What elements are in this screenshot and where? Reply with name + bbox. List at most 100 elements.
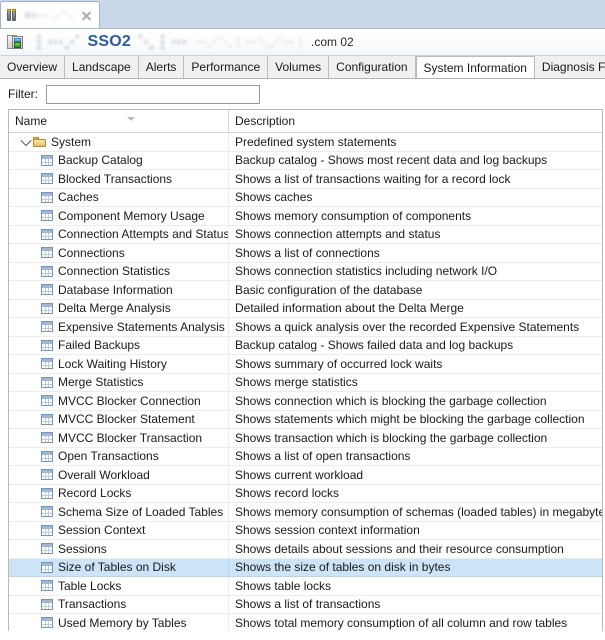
editor-tab-label: ≡≈⋯ ⋰⋱ (24, 9, 76, 22)
cell-description: Backup catalog - Shows failed data and l… (235, 338, 514, 353)
table-icon (41, 339, 53, 351)
table-body: System Predefined system statements Backup… (9, 133, 602, 631)
column-header-name[interactable]: Name (9, 110, 229, 132)
cell-description: Shows total memory consumption of all co… (235, 615, 568, 630)
table-row[interactable]: Component Memory Usage Shows memory consu… (9, 207, 602, 226)
tab-overview[interactable]: Overview (0, 56, 66, 78)
cell-description: Shows current workload (235, 467, 364, 482)
row-name: Connections (58, 245, 125, 260)
row-name: Expensive Statements Analysis (58, 319, 225, 334)
table-row[interactable]: Open Transactions Shows a list of open tr… (9, 447, 602, 466)
folder-icon (33, 136, 47, 148)
tab-alerts[interactable]: Alerts (138, 56, 185, 78)
table-row[interactable]: System Predefined system statements (9, 133, 602, 152)
table-row[interactable]: MVCC Blocker Connection Shows connection … (9, 392, 602, 411)
table-row[interactable]: Delta Merge Analysis Detailed information… (9, 299, 602, 318)
row-name: Delta Merge Analysis (58, 301, 171, 316)
cell-name: Backup Catalog (9, 151, 229, 169)
column-header-description[interactable]: Description (229, 110, 602, 132)
tab-label: Performance (191, 60, 261, 74)
table-row[interactable]: Record Locks Shows record locks (9, 484, 602, 503)
cell-description: Shows a list of open transactions (235, 449, 411, 464)
table-row[interactable]: MVCC Blocker Statement Shows statements w… (9, 410, 602, 429)
table-icon (41, 376, 53, 388)
table-row[interactable]: MVCC Blocker Transaction Shows transactio… (9, 429, 602, 448)
table-row[interactable]: Failed Backups Backup catalog - Shows fai… (9, 336, 602, 355)
table-row[interactable]: Database Information Basic configuration … (9, 281, 602, 300)
row-name: Merge Statistics (58, 375, 144, 390)
tab-landscape[interactable]: Landscape (65, 56, 139, 78)
table-row[interactable]: Lock Waiting History Shows summary of occ… (9, 355, 602, 374)
cell-name: Connections (9, 244, 229, 262)
editor-header: ⋮⋯⋰ SSO2 ⋱⋮⋯ ⋯⋰⋱⋮⋯⋱⋰⋯⋮ .com 02 (0, 29, 605, 56)
search-input[interactable] (46, 84, 260, 104)
row-name: Transactions (58, 597, 127, 612)
system-database-icon (7, 34, 24, 50)
cell-name: Open Transactions (9, 447, 229, 465)
table-icon (41, 228, 53, 240)
row-name: Backup Catalog (58, 153, 143, 168)
cell-description: Predefined system statements (235, 134, 397, 149)
table-row[interactable]: Connections Shows a list of connections (9, 244, 602, 263)
filter-label: Filter: (8, 87, 38, 101)
table-icon (41, 598, 53, 610)
editor-tab-strip: ≡≈⋯ ⋰⋱ (0, 0, 605, 29)
chevron-down-icon[interactable] (19, 133, 33, 151)
table-row[interactable]: Connection Attempts and Status Shows conn… (9, 225, 602, 244)
cell-description: Shows summary of occurred lock waits (235, 356, 443, 371)
table-row[interactable]: Overall Workload Shows current workload (9, 466, 602, 485)
header-blur-prefix: ⋮⋯⋰ (31, 34, 81, 51)
tab-configuration[interactable]: Configuration (329, 56, 416, 78)
table-icon (41, 543, 53, 555)
table-row[interactable]: Blocked Transactions Shows a list of tran… (9, 170, 602, 189)
table-row[interactable]: Transactions Shows a list of transactions (9, 595, 602, 614)
tab-system-information[interactable]: System Information (415, 56, 535, 78)
header-host-blur: ⋯⋰⋱⋮⋯⋱⋰⋯⋮ (194, 35, 307, 49)
table-row[interactable]: Backup Catalog Backup catalog - Shows mos… (9, 151, 602, 170)
cell-description: Shows memory consumption of components (235, 208, 472, 223)
tab-label: Volumes (275, 60, 322, 74)
table-row[interactable]: Table Locks Shows table locks (9, 577, 602, 596)
table-icon (41, 413, 53, 425)
table-icon (41, 524, 53, 536)
tab-diagnosis-files[interactable]: Diagnosis Files (534, 56, 605, 78)
cell-name: MVCC Blocker Statement (9, 410, 229, 428)
header-blur-suffix: ⋱⋮⋯ (138, 34, 188, 51)
tab-label: Alerts (145, 60, 177, 74)
row-name: Failed Backups (58, 338, 141, 353)
table-row[interactable]: Size of Tables on Disk Shows the size of … (9, 558, 602, 577)
table-row[interactable]: Used Memory by Tables Shows total memory … (9, 614, 602, 631)
section-tab-bar: Overview Landscape Alerts Performance Volume… (0, 56, 605, 79)
tab-volumes[interactable]: Volumes (268, 56, 330, 78)
table-row[interactable]: Session Context Shows session context inf… (9, 521, 602, 540)
cell-name: Size of Tables on Disk (9, 558, 229, 576)
cell-description: Shows memory consumption of schemas (loa… (235, 504, 602, 519)
table-icon (41, 617, 53, 629)
table-row[interactable]: Schema Size of Loaded Tables Shows memory… (9, 503, 602, 522)
row-name: Schema Size of Loaded Tables (58, 504, 224, 519)
table-row[interactable]: Sessions Shows details about sessions and… (9, 540, 602, 559)
row-name: Sessions (58, 541, 107, 556)
cell-description: Shows a list of transactions (235, 597, 381, 612)
table-row[interactable]: Merge Statistics Shows merge statistics (9, 373, 602, 392)
tab-performance[interactable]: Performance (184, 56, 269, 78)
table-row[interactable]: Connection Statistics Shows connection st… (9, 262, 602, 281)
tab-label: Configuration (336, 60, 408, 74)
row-name: MVCC Blocker Statement (58, 412, 195, 427)
table-icon (41, 395, 53, 407)
row-name: System (51, 134, 92, 149)
cell-description: Shows caches (235, 190, 313, 205)
close-icon[interactable] (80, 9, 93, 22)
sort-ascending-icon (127, 117, 135, 121)
page-title: SSO2 (87, 33, 131, 50)
cell-description: Shows a list of transactions waiting for… (235, 171, 511, 186)
cell-name: Used Memory by Tables (9, 614, 229, 631)
cell-description: Shows table locks (235, 578, 332, 593)
cell-name: MVCC Blocker Transaction (9, 429, 229, 447)
cell-name: Connection Attempts and Status (9, 225, 229, 243)
table-row[interactable]: Caches Shows caches (9, 188, 602, 207)
row-name: Caches (58, 190, 99, 205)
cell-name: Sessions (9, 540, 229, 558)
editor-tab-active[interactable]: ≡≈⋯ ⋰⋱ (0, 1, 100, 28)
table-row[interactable]: Expensive Statements Analysis Shows a qui… (9, 318, 602, 337)
